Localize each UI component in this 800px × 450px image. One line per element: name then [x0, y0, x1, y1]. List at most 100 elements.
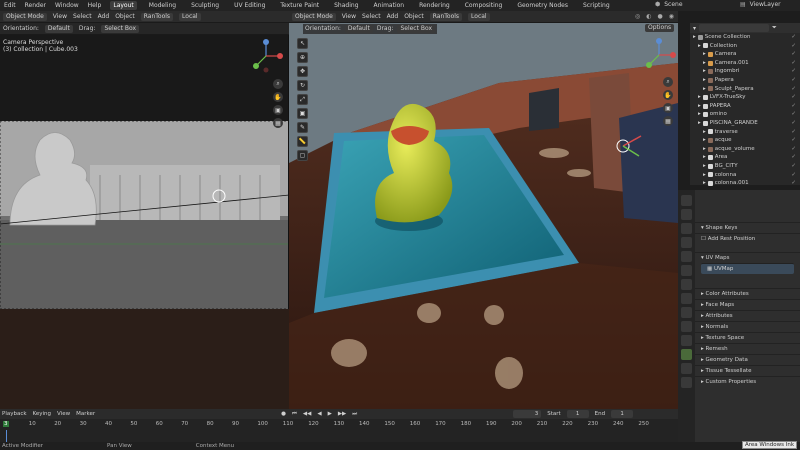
outliner-item[interactable]: ▸ Scene Collection ✓: [693, 33, 800, 42]
right-menu-select[interactable]: Select: [362, 13, 381, 20]
left-menu-view[interactable]: View: [53, 13, 67, 20]
object-tab-icon[interactable]: [681, 279, 692, 290]
tool-rotate-icon[interactable]: ↻: [297, 80, 308, 91]
render-tab-icon[interactable]: [681, 209, 692, 220]
record-icon[interactable]: ●: [281, 411, 286, 417]
visibility-checkbox-icon[interactable]: ✓: [791, 153, 800, 162]
expand-arrow-icon[interactable]: ▸: [703, 50, 706, 59]
workspace-tab-texture-paint[interactable]: Texture Paint: [277, 1, 322, 10]
left-orientation-dropdown[interactable]: Default: [44, 24, 73, 33]
outliner-item[interactable]: ▸ acque ✓: [693, 136, 800, 145]
prev-key-icon[interactable]: ◀◀: [303, 411, 311, 417]
right-menu-add[interactable]: Add: [387, 13, 399, 20]
expand-arrow-icon[interactable]: ▸: [703, 153, 706, 162]
start-frame-field[interactable]: 1: [566, 410, 589, 418]
outliner-item[interactable]: ▸ traverse ✓: [693, 128, 800, 137]
right-transform-dropdown[interactable]: Local: [468, 12, 490, 21]
right-mode-dropdown[interactable]: Object Mode: [292, 12, 336, 21]
property-section[interactable]: ▾ Shape Keys: [695, 222, 800, 233]
timeline-menu-keying[interactable]: Keying: [33, 411, 51, 417]
expand-arrow-icon[interactable]: ▸: [698, 102, 701, 111]
timeline-menu-view[interactable]: View: [57, 411, 70, 417]
outliner-item[interactable]: ▸ Camera ✓: [693, 50, 800, 59]
expand-arrow-icon[interactable]: ▸: [703, 145, 706, 154]
ortho-grid-icon[interactable]: ▦: [273, 118, 283, 128]
workspace-tab-modeling[interactable]: Modeling: [146, 1, 179, 10]
shading-solid-icon[interactable]: ●: [658, 13, 663, 20]
tool-3d-cursor-icon[interactable]: ⊕: [297, 52, 308, 63]
left-navigation-gizmo[interactable]: [247, 38, 285, 74]
left-menu-object[interactable]: Object: [115, 13, 135, 20]
menu-render[interactable]: Render: [25, 2, 46, 9]
scene-tab-icon[interactable]: [681, 251, 692, 262]
property-section[interactable]: ▸ Color Attributes: [695, 288, 800, 299]
grid-right-icon[interactable]: ▦: [663, 116, 673, 126]
gizmo-neg-axis[interactable]: [263, 67, 269, 73]
timeline-menu-marker[interactable]: Marker: [76, 411, 95, 417]
right-menu-object[interactable]: Object: [404, 13, 424, 20]
view-layer-tab-icon[interactable]: [681, 237, 692, 248]
outliner-item[interactable]: ▸ Ingombri ✓: [693, 67, 800, 76]
current-frame-field[interactable]: 3: [513, 410, 542, 418]
camera-view-icon[interactable]: ▣: [273, 105, 283, 115]
expand-arrow-icon[interactable]: ▸: [703, 171, 706, 180]
right-orientation-dropdown[interactable]: Default: [344, 25, 373, 33]
output-tab-icon[interactable]: [681, 223, 692, 234]
tool-measure-icon[interactable]: 📏: [297, 136, 308, 147]
jump-start-icon[interactable]: ⏮: [292, 411, 297, 418]
menu-help[interactable]: Help: [88, 2, 102, 9]
visibility-checkbox-icon[interactable]: ✓: [791, 67, 800, 76]
expand-arrow-icon[interactable]: ▸: [703, 136, 706, 145]
next-key-icon[interactable]: ▶▶: [338, 411, 346, 417]
visibility-checkbox-icon[interactable]: ✓: [791, 85, 800, 94]
workspace-tab-uv-editing[interactable]: UV Editing: [231, 1, 268, 10]
outliner-item[interactable]: ▸ PAPERA ✓: [693, 102, 800, 111]
visibility-checkbox-icon[interactable]: ✓: [791, 162, 800, 171]
overlay-icon[interactable]: ◐: [646, 13, 651, 20]
camera-right-icon[interactable]: ▣: [663, 103, 673, 113]
expand-arrow-icon[interactable]: ▸: [703, 76, 706, 85]
expand-arrow-icon[interactable]: ▸: [698, 42, 701, 51]
tool-add-cube-icon[interactable]: ▢: [297, 150, 308, 161]
visibility-checkbox-icon[interactable]: ✓: [791, 33, 800, 42]
gizmo-y-axis[interactable]: [253, 63, 259, 69]
world-tab-icon[interactable]: [681, 265, 692, 276]
zoom-icon[interactable]: ⌕: [273, 79, 283, 89]
tool-scale-icon[interactable]: ⤢: [297, 94, 308, 105]
tool-move-icon[interactable]: ✥: [297, 66, 308, 77]
right-navigation-gizmo[interactable]: [641, 37, 677, 73]
property-section[interactable]: ▸ Attributes: [695, 310, 800, 321]
frame-ruler[interactable]: 3 10 20 30 40 50 60 70 80 90 100 110 120 130 140 150 160…: [0, 419, 678, 430]
workspace-tab-layout[interactable]: Layout: [110, 1, 137, 10]
left-select-box-dropdown[interactable]: Select Box: [101, 24, 140, 33]
property-section[interactable]: ▸ Texture Space: [695, 332, 800, 343]
visibility-checkbox-icon[interactable]: ✓: [791, 136, 800, 145]
modifier-tab-icon[interactable]: [681, 293, 692, 304]
constraints-tab-icon[interactable]: [681, 335, 692, 346]
workspace-tab-scripting[interactable]: Scripting: [580, 1, 613, 10]
workspace-tab-compositing[interactable]: Compositing: [462, 1, 506, 10]
outliner-item[interactable]: ▸ Papera ✓: [693, 76, 800, 85]
options-dropdown[interactable]: Options: [645, 24, 675, 32]
data-tab-icon[interactable]: [681, 349, 692, 360]
outliner-item[interactable]: ▸ BG_CITY ✓: [693, 162, 800, 171]
expand-arrow-icon[interactable]: ▸: [703, 179, 706, 188]
outliner-item[interactable]: ▸ colonna.001 ✓: [693, 179, 800, 188]
jump-end-icon[interactable]: ⏭: [352, 411, 357, 418]
expand-arrow-icon[interactable]: ▸: [693, 33, 696, 42]
menu-edit[interactable]: Edit: [4, 2, 16, 9]
property-section[interactable]: ▸ Geometry Data: [695, 354, 800, 365]
outliner-item[interactable]: ▸ PISCINA_GRANDE ✓: [693, 119, 800, 128]
scene-selector[interactable]: ⬢ Scene: [655, 1, 683, 8]
right-addon-button[interactable]: RanTools: [429, 12, 463, 21]
viewlayer-selector[interactable]: ▤ ViewLayer: [740, 1, 781, 8]
workspace-tab-animation[interactable]: Animation: [371, 1, 408, 10]
left-addon-button[interactable]: RanTools: [140, 12, 174, 21]
right-menu-view[interactable]: View: [342, 13, 356, 20]
expand-arrow-icon[interactable]: ▸: [698, 119, 701, 128]
expand-arrow-icon[interactable]: ▸: [703, 162, 706, 171]
menu-window[interactable]: Window: [55, 2, 79, 9]
play-reverse-icon[interactable]: ◀: [317, 411, 321, 417]
outliner-item[interactable]: ▸ omino ✓: [693, 110, 800, 119]
visibility-checkbox-icon[interactable]: ✓: [791, 128, 800, 137]
